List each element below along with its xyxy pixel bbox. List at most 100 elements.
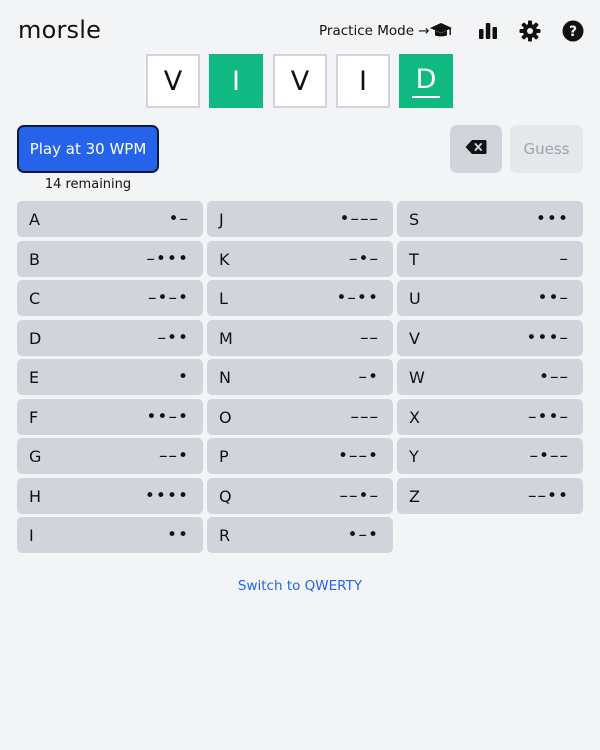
key-x[interactable]: X –••– <box>397 398 583 435</box>
backspace-icon <box>465 139 487 159</box>
guess-tile: I <box>336 54 390 108</box>
practice-mode-label[interactable]: Practice Mode → <box>319 23 430 39</box>
guess-tile: V <box>146 54 200 108</box>
key-v[interactable]: V •••– <box>397 319 583 356</box>
tile-letter: V <box>290 65 310 97</box>
key-letter: O <box>219 407 232 427</box>
key-morse-code: •–– <box>538 367 569 387</box>
key-letter: Q <box>219 486 232 506</box>
switch-to-qwerty-link[interactable]: Switch to QWERTY <box>0 578 600 594</box>
key-q[interactable]: Q ––•– <box>207 477 393 514</box>
tile-letter: I <box>359 65 367 97</box>
key-g[interactable]: G ––• <box>17 438 203 474</box>
key-letter: S <box>409 210 420 229</box>
key-morse-code: ••• <box>535 209 569 229</box>
key-letter: B <box>29 249 40 269</box>
key-morse-code: ••–• <box>146 406 189 427</box>
key-morse-code: ––•• <box>527 485 569 506</box>
key-r[interactable]: R •–• <box>207 517 393 553</box>
tile-letter: D <box>411 64 441 98</box>
key-letter: P <box>219 447 229 466</box>
key-m[interactable]: M –– <box>207 319 393 356</box>
key-morse-code: –– <box>360 327 379 348</box>
key-morse-code: ––– <box>350 406 379 427</box>
gear-icon[interactable] <box>518 19 542 43</box>
key-s[interactable]: S ••• <box>397 201 583 237</box>
guess-tile: V <box>273 54 327 108</box>
remaining-count: 14 remaining <box>44 177 132 192</box>
graduation-cap-icon[interactable] <box>429 19 453 43</box>
key-z[interactable]: Z ––•• <box>397 477 583 514</box>
key-letter: Y <box>409 447 419 466</box>
key-morse-code: –•– <box>348 248 379 269</box>
key-o[interactable]: O ––– <box>207 398 393 435</box>
guess-row: V I V I D <box>146 54 456 110</box>
key-c[interactable]: C –•–• <box>17 280 203 316</box>
key-a[interactable]: A •– <box>17 201 203 237</box>
key-letter: A <box>29 210 40 229</box>
key-letter: L <box>219 289 228 308</box>
key-letter: C <box>29 289 41 308</box>
key-letter: F <box>29 407 39 427</box>
backspace-button[interactable] <box>450 125 502 173</box>
key-morse-code: • <box>177 367 189 387</box>
key-letter: M <box>219 328 233 348</box>
key-w[interactable]: W •–– <box>397 359 583 395</box>
key-letter: J <box>219 210 224 229</box>
key-morse-code: •–•• <box>336 288 379 308</box>
stats-bar-icon[interactable] <box>476 19 500 43</box>
key-morse-code: •––• <box>337 446 379 466</box>
tile-letter: V <box>163 65 183 97</box>
tile-letter: I <box>232 65 240 97</box>
key-letter: G <box>29 447 42 466</box>
app-header: morsle Practice Mode → ? <box>0 0 600 62</box>
svg-text:?: ? <box>569 24 577 40</box>
key-letter: D <box>29 328 42 348</box>
key-f[interactable]: F ••–• <box>17 398 203 435</box>
key-morse-code: –••• <box>146 248 189 269</box>
key-letter: N <box>219 368 231 387</box>
guess-tile: I <box>209 54 263 108</box>
help-icon[interactable]: ? <box>561 19 585 43</box>
key-morse-code: –•• <box>157 327 189 348</box>
key-morse-code: –•–– <box>529 446 569 466</box>
key-letter: V <box>409 328 420 348</box>
key-morse-code: •–• <box>347 525 379 545</box>
key-morse-code: ––•– <box>339 485 379 506</box>
key-letter: K <box>219 249 230 269</box>
key-morse-code: •• <box>166 525 189 545</box>
play-morse-button[interactable]: Play at 30 WPM <box>17 125 159 173</box>
key-morse-code: –••– <box>527 406 569 427</box>
key-p[interactable]: P •––• <box>207 438 393 474</box>
key-morse-code: •••– <box>526 327 569 348</box>
key-h[interactable]: H •••• <box>17 477 203 514</box>
key-morse-code: ––• <box>158 446 189 466</box>
key-morse-code: •––– <box>339 209 379 229</box>
key-letter: H <box>29 486 42 506</box>
key-letter: Z <box>409 486 420 506</box>
key-morse-code: ••– <box>537 288 569 308</box>
key-k[interactable]: K –•– <box>207 240 393 277</box>
key-morse-code: –• <box>358 367 379 387</box>
key-letter: W <box>409 368 425 387</box>
key-morse-code: •••• <box>144 485 189 506</box>
key-b[interactable]: B –••• <box>17 240 203 277</box>
key-t[interactable]: T – <box>397 240 583 277</box>
key-letter: T <box>409 249 419 269</box>
guess-button[interactable]: Guess <box>510 125 583 173</box>
key-u[interactable]: U ••– <box>397 280 583 316</box>
key-e[interactable]: E • <box>17 359 203 395</box>
key-letter: U <box>409 289 421 308</box>
key-y[interactable]: Y –•–– <box>397 438 583 474</box>
key-i[interactable]: I •• <box>17 517 203 553</box>
key-letter: E <box>29 368 40 387</box>
key-letter: R <box>219 526 231 545</box>
key-l[interactable]: L •–•• <box>207 280 393 316</box>
key-j[interactable]: J •––– <box>207 201 393 237</box>
key-d[interactable]: D –•• <box>17 319 203 356</box>
key-letter: X <box>409 407 420 427</box>
key-morse-code: – <box>559 248 569 269</box>
key-morse-code: –•–• <box>147 288 189 308</box>
key-morse-code: •– <box>168 209 189 229</box>
key-n[interactable]: N –• <box>207 359 393 395</box>
